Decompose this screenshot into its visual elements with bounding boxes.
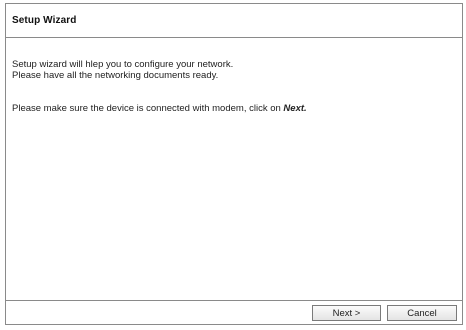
intro-text-line-2: Please have all the networking documents… [12, 70, 219, 81]
wizard-title: Setup Wizard [12, 15, 77, 26]
intro-text-line-1: Setup wizard will hlep you to configure … [12, 59, 234, 70]
wizard-header: Setup Wizard [6, 4, 462, 38]
wizard-content: Setup wizard will hlep you to configure … [12, 59, 454, 114]
setup-wizard-panel: Setup Wizard Setup wizard will hlep you … [5, 3, 463, 325]
wizard-footer: Next > Cancel [6, 300, 462, 324]
instruction-next-word: Next. [283, 103, 307, 114]
next-button[interactable]: Next > [312, 305, 381, 321]
cancel-button[interactable]: Cancel [387, 305, 457, 321]
instruction-text: Please make sure the device is connected… [12, 103, 454, 114]
instruction-prefix: Please make sure the device is connected… [12, 103, 284, 114]
